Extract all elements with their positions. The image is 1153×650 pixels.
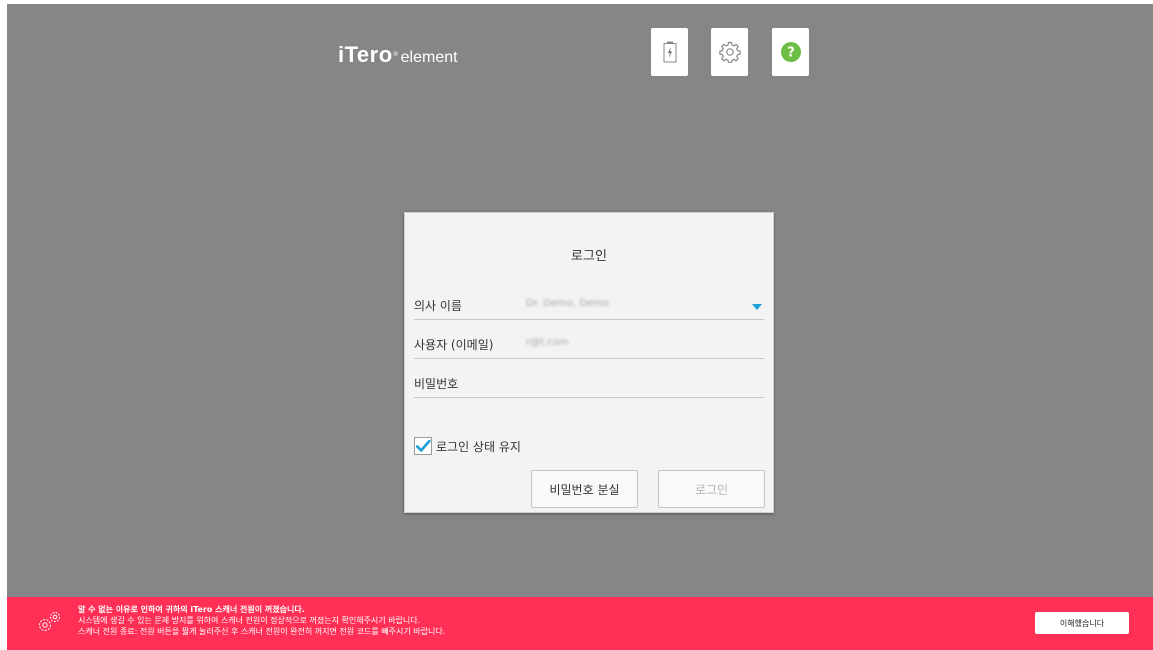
gears-icon [37, 610, 63, 638]
itero-logo: iTero® element [338, 42, 458, 68]
logo-registered-mark: ® [392, 50, 399, 58]
checkmark-icon [415, 439, 431, 452]
password-label: 비밀번호 [414, 377, 459, 391]
notification-banner: 알 수 없는 이유로 인하여 귀하의 iTero 스캐너 전원이 꺼졌습니다. … [7, 597, 1153, 650]
logo-subtitle: element [400, 49, 458, 66]
battery-icon [663, 41, 676, 63]
banner-text: 알 수 없는 이유로 인하여 귀하의 iTero 스캐너 전원이 꺼졌습니다. … [78, 604, 445, 637]
acknowledge-button[interactable]: 이해했습니다 [1035, 612, 1129, 634]
logo-brand: iTero [338, 42, 393, 67]
app-background: iTero® element ? 로그인 의사 이름 Dr. Demo, Demo [7, 4, 1153, 650]
battery-button[interactable] [651, 28, 688, 76]
doctor-name-select[interactable]: 의사 이름 Dr. Demo, Demo [414, 292, 764, 320]
login-title: 로그인 [571, 249, 607, 264]
banner-message-line-2: 스캐너 전원 종료: 전원 버튼을 짧게 눌러주신 후 스캐너 전원이 완전히 … [78, 627, 446, 636]
doctor-name-label: 의사 이름 [414, 299, 462, 313]
keep-logged-in[interactable]: 로그인 상태 유지 [414, 436, 521, 456]
email-field[interactable]: 사용자 (이메일) r@t.com [414, 331, 764, 359]
keep-logged-in-label: 로그인 상태 유지 [436, 439, 521, 454]
gear-icon [718, 41, 741, 63]
login-button[interactable]: 로그인 [658, 470, 765, 508]
password-field[interactable]: 비밀번호 [414, 370, 764, 398]
keep-logged-in-checkbox[interactable] [414, 437, 432, 455]
doctor-name-value: Dr. Demo, Demo [526, 298, 610, 309]
email-label: 사용자 (이메일) [414, 338, 494, 352]
help-button[interactable]: ? [772, 28, 809, 76]
svg-text:?: ? [787, 46, 795, 61]
help-icon: ? [780, 42, 801, 62]
login-dialog: 로그인 의사 이름 Dr. Demo, Demo 사용자 (이메일) r@t.c… [404, 212, 774, 513]
banner-title: 알 수 없는 이유로 인하여 귀하의 iTero 스캐너 전원이 꺼졌습니다. [78, 605, 305, 614]
email-value: r@t.com [526, 337, 569, 348]
banner-message-line-1: 시스템에 생길 수 있는 문제 방지를 위하여 스캐너 전원이 정상적으로 꺼졌… [78, 616, 421, 625]
forgot-password-button[interactable]: 비밀번호 분실 [531, 470, 638, 508]
chevron-down-icon[interactable] [752, 304, 762, 310]
settings-button[interactable] [711, 28, 748, 76]
